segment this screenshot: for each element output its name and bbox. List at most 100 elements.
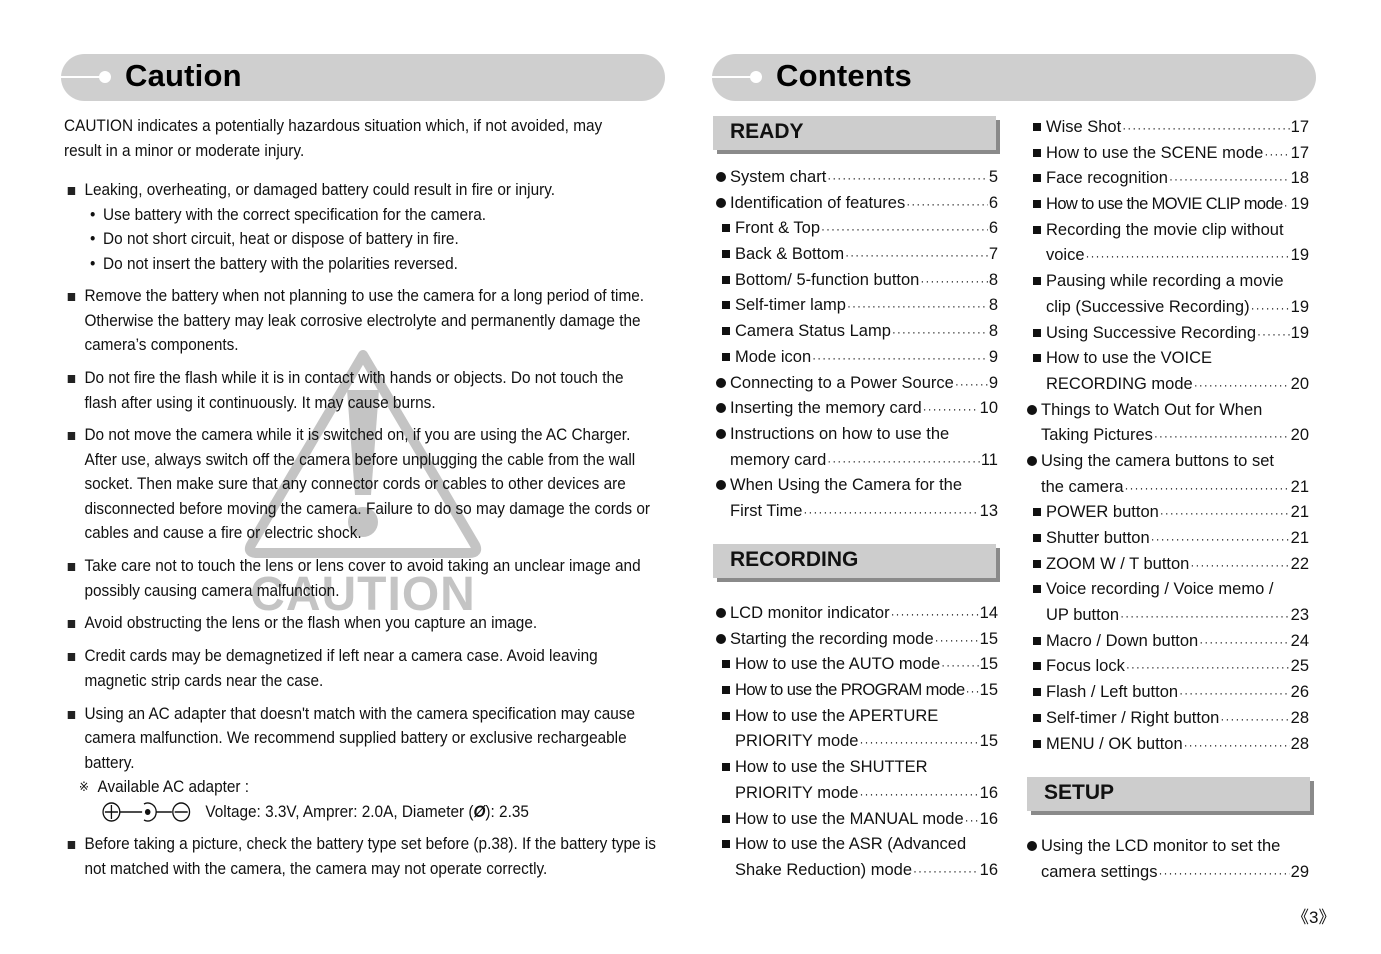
toc-entry[interactable]: Using Successive Recording 19 [1027,321,1309,347]
toc-entry[interactable]: Flash / Left button 26 [1027,680,1309,706]
toc-entry[interactable]: Wise Shot 17 [1027,115,1309,141]
toc-entry[interactable]: Camera Status Lamp 8 [716,319,998,345]
toc-entry[interactable]: the camera 21 [1027,475,1309,501]
caution-item: Using an AC adapter that doesn't match w… [64,702,659,825]
toc-entry[interactable]: Using the LCD monitor to set the [1027,834,1309,860]
toc-entry[interactable]: Taking Pictures 20 [1027,423,1309,449]
toc-entry[interactable]: LCD monitor indicator 14 [716,601,998,627]
dot-leader [1120,604,1290,630]
dot-leader [965,808,979,834]
dot-leader [1160,501,1290,527]
toc-page-number: 15 [979,629,998,648]
dot-leader [1251,296,1290,322]
dot-leader [1169,167,1290,193]
toc-entry[interactable]: How to use the VOICE [1027,346,1309,372]
caution-subitem: Do not short circuit, heat or dispose of… [90,227,659,252]
toc-entry[interactable]: System chart 5 [716,165,998,191]
toc-entry-title: First Time [730,501,803,520]
toc-entry[interactable]: How to use the SCENE mode 17 [1027,141,1309,167]
toc-entry[interactable]: Focus lock 25 [1027,654,1309,680]
toc-entry[interactable]: How to use the ASR (Advanced [716,832,998,858]
toc-entry[interactable]: Instructions on how to use the [716,422,998,448]
dot-leader [941,653,979,679]
toc-entry[interactable]: Macro / Down button 24 [1027,629,1309,655]
dot-leader [906,192,988,218]
toc-entry[interactable]: Starting the recording mode 15 [716,627,998,653]
square-bullet-icon [1027,218,1046,244]
square-bullet-icon [67,187,76,195]
toc-entry[interactable]: Self-timer / Right button 28 [1027,706,1309,732]
toc-entry-title: How to use the SCENE mode [1046,143,1264,162]
toc-entry[interactable]: How to use the APERTURE [716,704,998,730]
toc-entry[interactable]: UP button 23 [1027,603,1309,629]
caution-item: Before taking a picture, check the batte… [64,832,659,881]
toc-entry[interactable]: How to use the AUTO mode 15 [716,652,998,678]
toc-entry[interactable]: POWER button 21 [1027,500,1309,526]
toc-entry-title: Using Successive Recording [1046,323,1257,342]
toc-entry-title: Instructions on how to use the [730,424,950,443]
dot-leader [955,372,988,398]
toc-entry-title: Identification of features [730,193,906,212]
square-bullet-icon [716,678,735,704]
circle-bullet-icon [716,422,730,448]
toc-page-number: 16 [979,809,998,828]
toc-entry-title: Focus lock [1046,657,1125,676]
toc-entry[interactable]: Mode icon 9 [716,345,998,371]
toc-entry[interactable]: Inserting the memory card 10 [716,396,998,422]
toc-entry[interactable]: Face recognition 18 [1027,166,1309,192]
toc-entry[interactable]: ZOOM W / T button 22 [1027,552,1309,578]
toc-entry-title: Back & Bottom [735,245,845,264]
toc-entry[interactable]: Self-timer lamp 8 [716,293,998,319]
toc-entry[interactable]: Connecting to a Power Source 9 [716,371,998,397]
toc-entry-title: PRIORITY mode [735,783,859,802]
toc-entry[interactable]: Pausing while recording a movie [1027,269,1309,295]
toc-entry[interactable]: How to use the MANUAL mode 16 [716,807,998,833]
toc-page-number: 20 [1290,426,1309,445]
toc-page-number: 19 [1290,195,1309,214]
toc-entry[interactable]: Identification of features 6 [716,191,998,217]
toc-entry[interactable]: Things to Watch Out for When [1027,398,1309,424]
toc-entry[interactable]: Front & Top 6 [716,216,998,242]
toc-entry[interactable]: camera settings 29 [1027,860,1309,886]
toc-entry[interactable]: Shake Reduction) mode 16 [716,858,998,884]
reference-mark-icon: ※ [78,779,90,795]
square-bullet-icon [1027,192,1046,218]
dot-leader [859,782,978,808]
dot-leader [1257,322,1290,348]
toc-page-number: 24 [1290,631,1309,650]
toc-entry[interactable]: Using the camera buttons to set [1027,449,1309,475]
square-bullet-icon [716,242,735,268]
square-bullet-icon [716,268,735,294]
toc-entry-title: Mode icon [735,347,812,366]
square-bullet-icon [1027,577,1046,603]
toc-entry[interactable]: RECORDING mode 20 [1027,372,1309,398]
square-bullet-icon [716,345,735,371]
toc-entry[interactable]: memory card 11 [716,448,998,474]
toc-entry[interactable]: Back & Bottom 7 [716,242,998,268]
square-bullet-icon [716,293,735,319]
toc-entry[interactable]: Voice recording / Voice memo / [1027,577,1309,603]
toc-entry[interactable]: PRIORITY mode 16 [716,781,998,807]
toc-entry[interactable]: First Time 13 [716,499,998,525]
toc-entry[interactable]: When Using the Camera for the [716,473,998,499]
dot-leader [966,679,979,705]
toc-entry[interactable]: Shutter button 21 [1027,526,1309,552]
toc-entry-title: Flash / Left button [1046,683,1179,702]
toc-entry[interactable]: Bottom/ 5-function button 8 [716,268,998,294]
toc-entry[interactable]: Recording the movie clip without [1027,218,1309,244]
dot-leader [935,628,979,654]
dot-leader [1284,193,1290,219]
toc-entry-title: voice [1046,246,1085,265]
caution-subitem: Do not insert the battery with the polar… [90,252,659,277]
toc-entry[interactable]: How to use the SHUTTER [716,755,998,781]
toc-entry[interactable]: clip (Successive Recording) 19 [1027,295,1309,321]
toc-page-number: 19 [1290,323,1309,342]
toc-entry[interactable]: PRIORITY mode 15 [716,729,998,755]
square-bullet-icon [67,841,76,850]
toc-entry[interactable]: MENU / OK button 28 [1027,732,1309,758]
toc-entry[interactable]: voice 19 [1027,243,1309,269]
caution-list: Leaking, overheating, or damaged battery… [64,178,659,890]
caution-item: Avoid obstructing the lens or the flash … [64,611,659,636]
toc-entry[interactable]: How to use the PROGRAM mode 15 [716,678,998,704]
toc-entry[interactable]: How to use the MOVIE CLIP mode 19 [1027,192,1309,218]
